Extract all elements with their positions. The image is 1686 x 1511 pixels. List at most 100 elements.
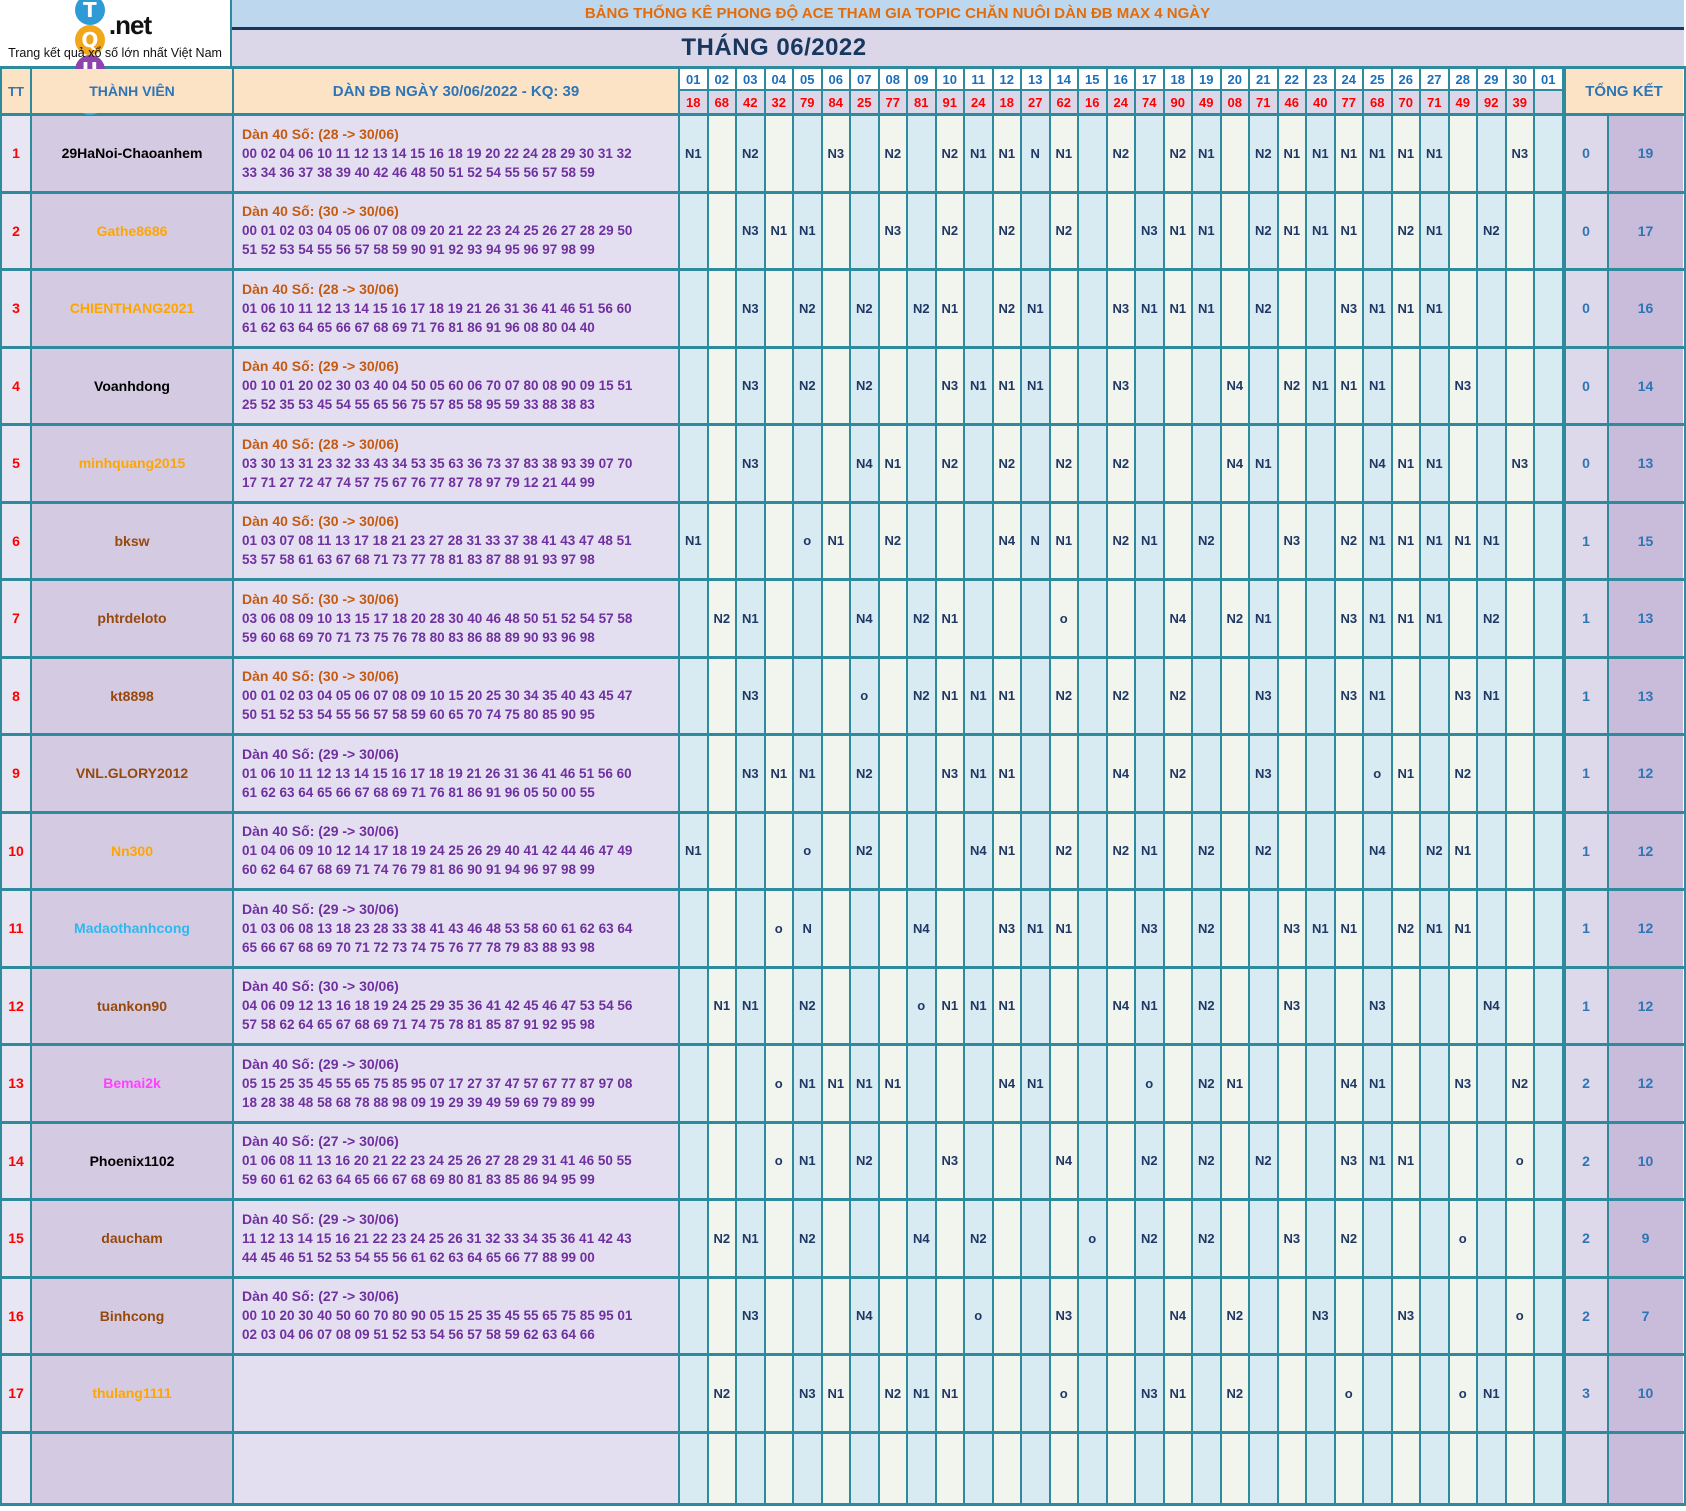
day-cell: N1 <box>1278 193 1307 268</box>
day-cell <box>1022 813 1051 888</box>
day-cell <box>936 1201 965 1276</box>
dan-cell: Dàn 40 Số: (28 -> 30/06) 00 02 04 06 10 1… <box>234 116 680 191</box>
day-cell <box>1506 658 1535 733</box>
day-cell: N3 <box>794 1356 823 1431</box>
day-cell: N2 <box>1193 891 1222 966</box>
day-cell: N4 <box>993 1046 1022 1121</box>
day-header: 16 <box>1107 69 1136 91</box>
dan-cell: Dàn 40 Số: (27 -> 30/06) 01 06 08 11 13 1… <box>234 1123 680 1198</box>
day-cell: N1 <box>851 1046 880 1121</box>
dan-numbers: 05 15 25 35 45 55 65 75 85 95 07 17 27 3… <box>242 1075 633 1091</box>
day-cell <box>737 1433 766 1503</box>
title-banner: BẢNG THỐNG KÊ PHONG ĐỘ ACE THAM GIA TOPI… <box>232 0 1684 30</box>
day-cell <box>708 116 737 191</box>
day-cell <box>737 503 766 578</box>
day-cell: N2 <box>708 1356 737 1431</box>
day-cell <box>1364 1433 1393 1503</box>
day-cell: N3 <box>737 348 766 423</box>
day-result-value: 32 <box>765 91 794 113</box>
day-cell: o <box>1449 1201 1478 1276</box>
row-index: 4 <box>2 348 32 423</box>
day-cell: N2 <box>737 116 766 191</box>
dan-cell: Dàn 40 Số: (29 -> 30/06) 01 03 06 08 13 1… <box>234 891 680 966</box>
day-cell <box>1535 736 1564 811</box>
day-cell: N4 <box>1107 736 1136 811</box>
day-cell: N3 <box>1364 968 1393 1043</box>
logo-wordmark: KETQUA .net <box>74 0 152 115</box>
day-cell <box>822 1123 851 1198</box>
day-cell <box>1535 348 1564 423</box>
day-cell <box>1392 968 1421 1043</box>
day-header: 23 <box>1307 69 1336 91</box>
table-row: 4 Voanhdong Dàn 40 Số: (29 -> 30/06) 00 10 … <box>2 345 1684 423</box>
day-cell: N4 <box>1364 813 1393 888</box>
day-cell <box>822 193 851 268</box>
total-miss-count: 1 <box>1563 658 1609 733</box>
day-cell: N2 <box>1193 503 1222 578</box>
month-row: THÁNG 06/2022 <box>232 30 1684 66</box>
day-cell <box>908 1046 937 1121</box>
dan-label: Dàn 40 Số: (29 -> 30/06) <box>242 1055 399 1072</box>
day-cell <box>1164 1433 1193 1503</box>
day-cell: N1 <box>1364 116 1393 191</box>
day-cell <box>908 813 937 888</box>
day-cell <box>708 736 737 811</box>
day-cell <box>1164 813 1193 888</box>
day-cell <box>1307 426 1336 501</box>
ketqua-logo[interactable]: KETQUA .net Trang kết quả xổ số lớn nhất… <box>0 0 232 115</box>
day-cell: N1 <box>1164 271 1193 346</box>
day-cell <box>1250 1278 1279 1353</box>
day-cell: N1 <box>1335 116 1364 191</box>
total-hit-count: 10 <box>1608 1123 1683 1198</box>
day-cell: N1 <box>1421 503 1450 578</box>
day-cell <box>822 813 851 888</box>
day-cell: N1 <box>737 1201 766 1276</box>
dan-column-header: DÀN ĐB NGÀY 30/06/2022 - KQ: 39 <box>234 69 680 113</box>
day-cell <box>822 348 851 423</box>
dan-numbers: 17 71 27 72 47 74 57 75 67 76 77 87 78 9… <box>242 474 595 490</box>
day-header: 05 <box>794 69 823 91</box>
day-cell <box>1278 1356 1307 1431</box>
row-index: 15 <box>2 1201 32 1276</box>
day-cell <box>1278 1278 1307 1353</box>
day-result-value: 18 <box>993 91 1022 113</box>
day-result-value: 68 <box>1364 91 1393 113</box>
day-cell <box>908 1123 937 1198</box>
day-cell <box>908 736 937 811</box>
day-cell <box>1449 1278 1478 1353</box>
day-cell: N1 <box>1136 271 1165 346</box>
day-cell <box>1079 658 1108 733</box>
day-cell: N2 <box>1050 813 1079 888</box>
day-cell <box>1506 1356 1535 1431</box>
day-cell <box>1392 348 1421 423</box>
day-cell <box>965 891 994 966</box>
day-cell: N1 <box>993 968 1022 1043</box>
day-cell <box>1535 426 1564 501</box>
day-cell <box>1022 1123 1051 1198</box>
day-cell: N1 <box>1421 116 1450 191</box>
logo-tagline: Trang kết quả xổ số lớn nhất Việt Nam <box>8 46 222 60</box>
day-cell: N2 <box>1478 581 1507 656</box>
day-cell <box>1478 271 1507 346</box>
day-cell: N2 <box>794 348 823 423</box>
day-cell: N1 <box>1136 813 1165 888</box>
day-cell <box>965 503 994 578</box>
day-cell: N3 <box>1250 658 1279 733</box>
member-name: 29HaNoi-Chaoanhem <box>32 116 234 191</box>
day-cell: N4 <box>1164 581 1193 656</box>
dan-label: Dàn 40 Số: (30 -> 30/06) <box>242 978 399 995</box>
day-cell <box>737 1123 766 1198</box>
day-cell: N2 <box>1421 813 1450 888</box>
dan-numbers: 44 45 46 51 52 53 54 55 56 61 62 63 64 6… <box>242 1249 595 1265</box>
day-cell <box>1506 503 1535 578</box>
dan-numbers: 00 02 04 06 10 11 12 13 14 15 16 18 19 2… <box>242 145 632 161</box>
day-result-row: 18 68 42 32 79 84 25 77 81 91 24 18 27 62 16 24 74 90 49 08… <box>680 91 1564 113</box>
day-cell: N2 <box>1250 1123 1279 1198</box>
table-row: 6 bksw Dàn 40 Số: (30 -> 30/06) 01 03 07 08… <box>2 500 1684 578</box>
day-cell <box>765 1356 794 1431</box>
day-cell <box>1022 193 1051 268</box>
day-cell <box>1221 1201 1250 1276</box>
dan-numbers: 00 10 20 30 40 50 60 70 80 90 05 15 25 3… <box>242 1308 633 1324</box>
day-cell <box>1478 736 1507 811</box>
day-header: 29 <box>1478 69 1507 91</box>
